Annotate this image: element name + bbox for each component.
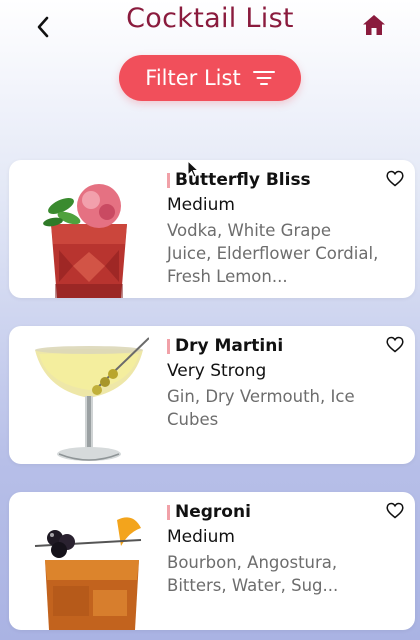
heart-icon[interactable] bbox=[386, 170, 404, 187]
cocktail-strength: Medium bbox=[167, 195, 235, 215]
mouse-cursor-icon bbox=[187, 160, 199, 178]
home-icon[interactable] bbox=[361, 13, 387, 37]
cocktail-name: Negroni bbox=[175, 502, 251, 522]
filter-list-label: Filter List bbox=[145, 66, 241, 90]
cocktail-image bbox=[35, 337, 149, 461]
accent-bar bbox=[167, 172, 170, 188]
cocktail-card[interactable]: Dry Martini Very Strong Gin, Dry Vermout… bbox=[9, 326, 415, 464]
cocktail-info: Dry Martini Very Strong Gin, Dry Vermout… bbox=[167, 334, 377, 431]
accent-bar bbox=[167, 504, 170, 520]
accent-bar bbox=[167, 338, 170, 354]
cocktail-ingredients: Vodka, White Grape Juice, Elderflower Co… bbox=[167, 221, 379, 286]
cocktail-ingredients: Bourbon, Angostura, Bitters, Water, Sug.… bbox=[167, 553, 339, 595]
cocktail-card[interactable]: Negroni Medium Bourbon, Angostura, Bitte… bbox=[9, 492, 415, 630]
page-title: Cocktail List bbox=[126, 3, 294, 34]
heart-icon[interactable] bbox=[386, 502, 404, 519]
cocktail-ingredients: Gin, Dry Vermouth, Ice Cubes bbox=[167, 387, 355, 429]
cocktail-info: Negroni Medium Bourbon, Angostura, Bitte… bbox=[167, 500, 377, 597]
app-header: Cocktail List bbox=[0, 0, 420, 52]
filter-lines-icon bbox=[252, 71, 275, 85]
cocktail-strength: Very Strong bbox=[167, 361, 267, 381]
heart-icon[interactable] bbox=[386, 336, 404, 353]
cocktail-card[interactable]: Butterfly Bliss Medium Vodka, White Grap… bbox=[9, 160, 415, 298]
cocktail-image bbox=[34, 517, 142, 630]
cocktail-info: Butterfly Bliss Medium Vodka, White Grap… bbox=[167, 168, 379, 288]
cocktail-strength: Medium bbox=[167, 527, 235, 547]
cocktail-image bbox=[43, 184, 127, 298]
cocktail-name: Dry Martini bbox=[175, 336, 284, 356]
filter-list-button[interactable]: Filter List bbox=[119, 55, 301, 101]
